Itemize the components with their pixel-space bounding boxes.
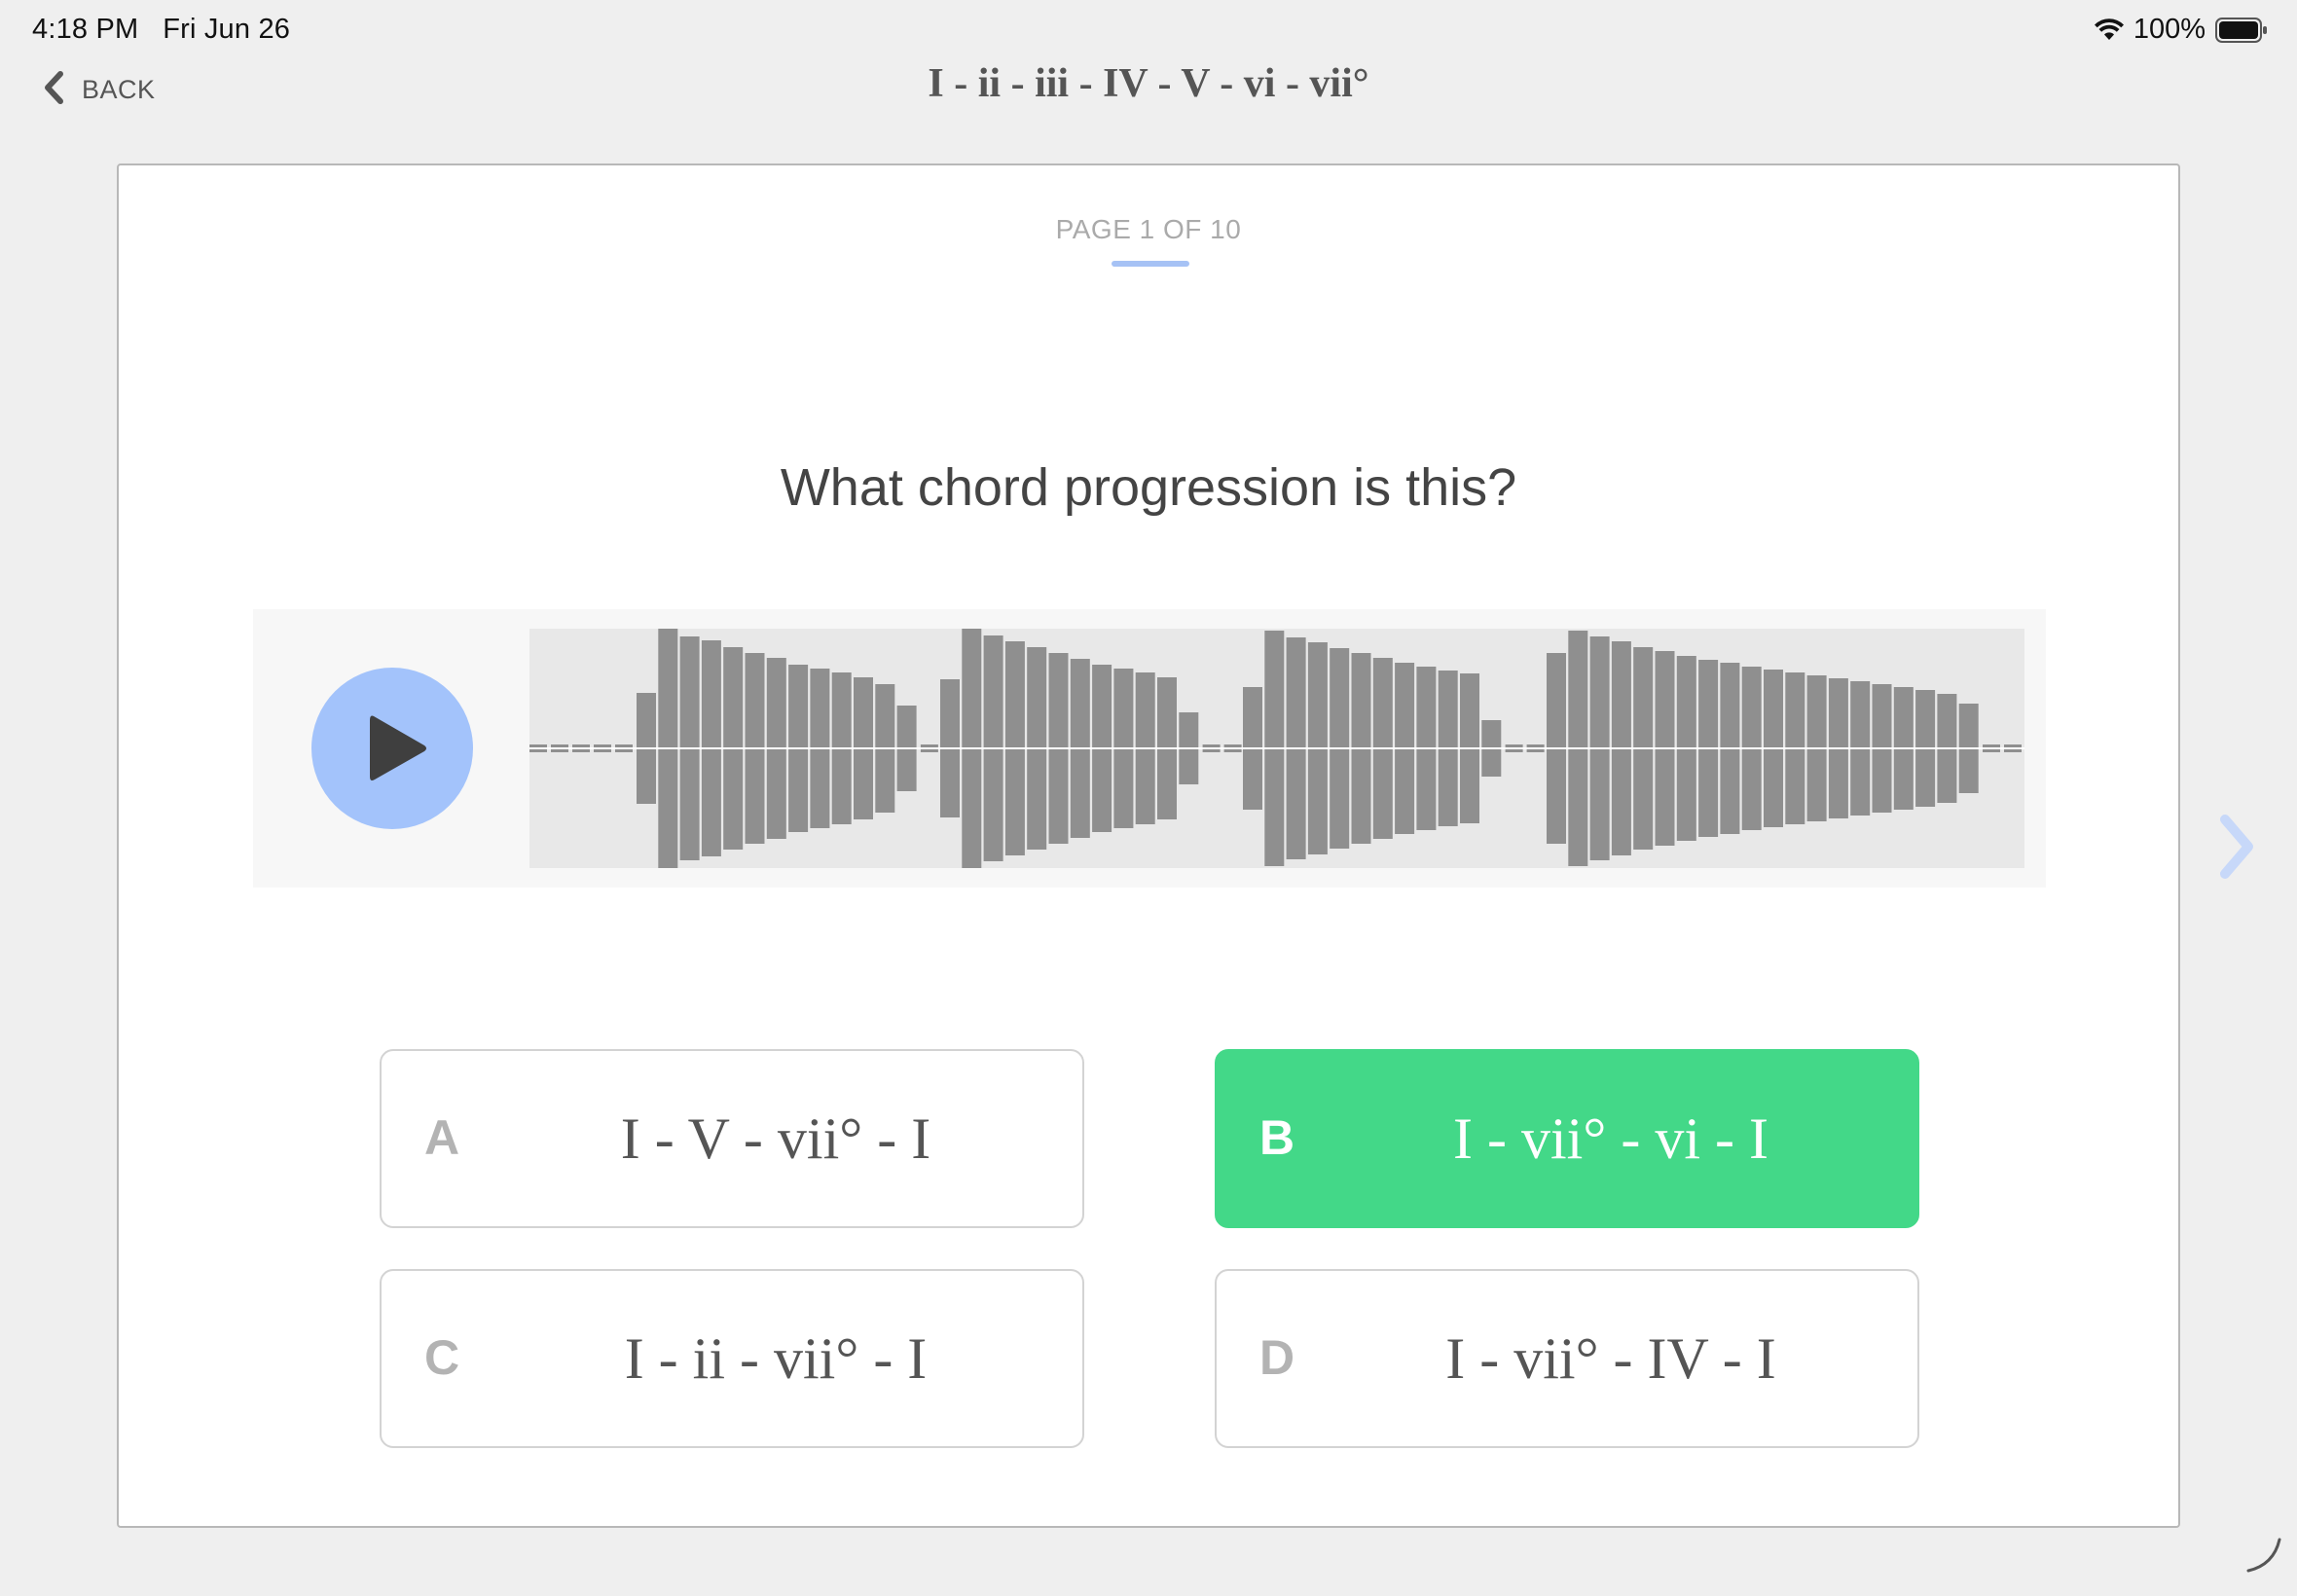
- status-time-clock: 4:18 PM: [32, 14, 139, 45]
- answer-text: I - vii° - vi - I: [1453, 1106, 1768, 1171]
- answer-option-d[interactable]: D I - vii° - IV - I: [1215, 1269, 1919, 1448]
- answer-text: I - vii° - IV - I: [1445, 1326, 1776, 1391]
- status-time: 4:18 PM Fri Jun 26: [32, 14, 290, 46]
- answer-option-c[interactable]: C I - ii - vii° - I: [380, 1269, 1084, 1448]
- answer-letter: A: [424, 1110, 460, 1165]
- waveform-icon: [529, 629, 2024, 868]
- answer-text: I - ii - vii° - I: [624, 1326, 928, 1391]
- answer-option-a[interactable]: A I - V - vii° - I: [380, 1049, 1084, 1228]
- answer-letter: C: [424, 1330, 460, 1385]
- answer-letter: D: [1259, 1330, 1295, 1385]
- status-bar: 4:18 PM Fri Jun 26 100%: [0, 0, 2297, 62]
- play-button[interactable]: [311, 668, 473, 829]
- chevron-right-icon: [2220, 815, 2253, 879]
- answer-text: I - V - vii° - I: [620, 1106, 931, 1171]
- battery-percent: 100%: [2133, 14, 2206, 45]
- battery-icon: [2215, 17, 2268, 43]
- play-icon: [370, 715, 426, 780]
- question-text: What chord progression is this?: [780, 458, 1517, 517]
- answer-option-b[interactable]: B I - vii° - vi - I: [1215, 1049, 1919, 1228]
- page-title: I - ii - iii - IV - V - vi - vii°: [928, 61, 1369, 106]
- next-page-button[interactable]: [2217, 814, 2256, 885]
- page-indicator: PAGE 1 OF 10: [1055, 214, 1242, 244]
- wifi-icon: [2094, 18, 2124, 42]
- resize-handle-icon[interactable]: [2244, 1536, 2283, 1579]
- quiz-card: PAGE 1 OF 10 What chord progression is t…: [117, 163, 2180, 1528]
- page-indicator-underline: [1112, 261, 1189, 267]
- waveform[interactable]: [529, 629, 2024, 868]
- audio-player: [253, 609, 2046, 888]
- answer-letter: B: [1259, 1110, 1295, 1165]
- status-right: 100%: [2094, 14, 2268, 46]
- status-date: Fri Jun 26: [163, 14, 291, 45]
